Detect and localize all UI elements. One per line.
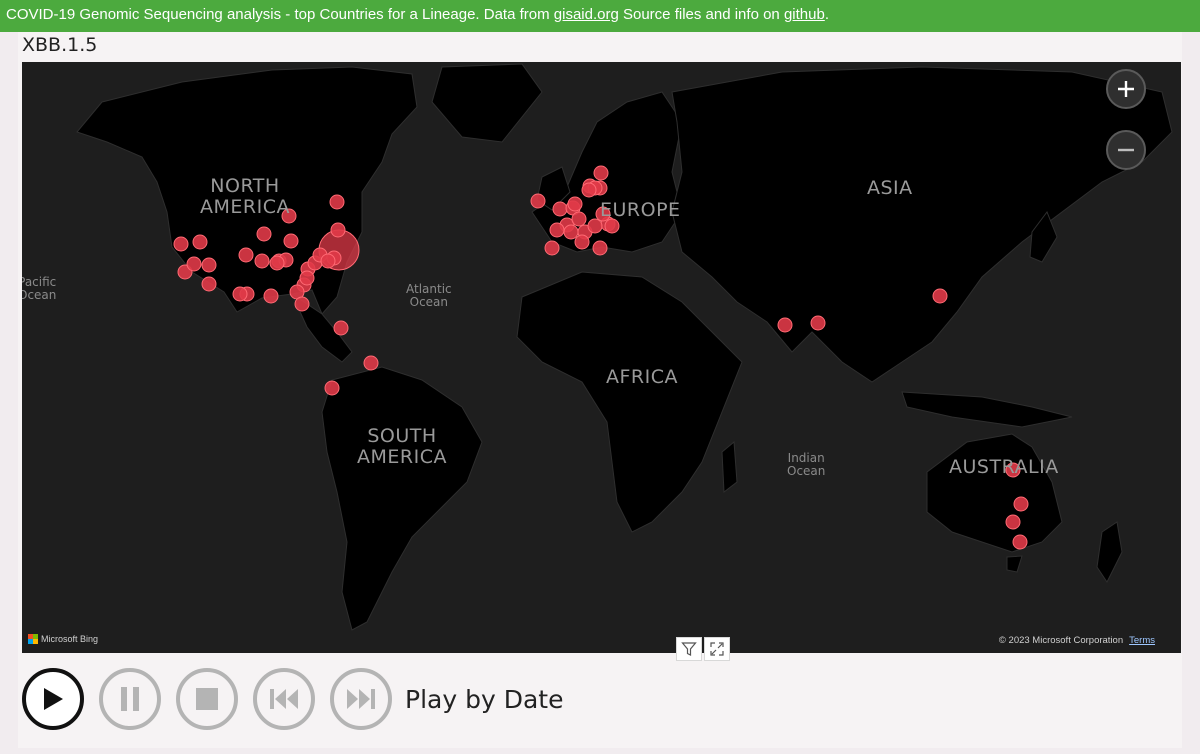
map-copyright: © 2023 Microsoft Corporation Terms	[999, 635, 1155, 646]
sequence-marker[interactable]	[593, 165, 609, 181]
sequence-marker[interactable]	[330, 222, 346, 238]
sequence-marker[interactable]	[604, 218, 620, 234]
lineage-title: XBB.1.5	[22, 34, 98, 56]
stop-button[interactable]	[176, 668, 238, 730]
plus-icon	[1118, 81, 1134, 97]
minus-icon	[1118, 148, 1134, 152]
sequence-marker[interactable]	[563, 224, 579, 240]
sequence-marker[interactable]	[574, 234, 590, 250]
sequence-marker[interactable]	[324, 380, 340, 396]
terms-link[interactable]: Terms	[1129, 635, 1155, 646]
sequence-marker[interactable]	[269, 255, 285, 271]
world-map[interactable]: NORTH AMERICA SOUTH AMERICA EUROPE ASIA AF…	[22, 62, 1181, 653]
label-south-america: SOUTH AMERICA	[357, 425, 447, 468]
sequence-marker[interactable]	[294, 296, 310, 312]
sequence-marker[interactable]	[201, 276, 217, 292]
focus-mode-button[interactable]	[704, 637, 730, 661]
sequence-marker[interactable]	[173, 236, 189, 252]
label-europe: EUROPE	[600, 199, 681, 221]
sequence-marker[interactable]	[329, 194, 345, 210]
banner-text-middle: Source files and info on	[618, 6, 784, 23]
label-indian-ocean: Indian Ocean	[787, 451, 826, 478]
sequence-marker[interactable]	[1012, 534, 1028, 550]
sequence-marker[interactable]	[581, 182, 597, 198]
sequence-marker[interactable]	[777, 317, 793, 333]
indonesia-landmass	[901, 391, 1073, 428]
sequence-marker[interactable]	[320, 253, 336, 269]
africa-landmass	[516, 271, 743, 533]
sequence-marker[interactable]	[256, 226, 272, 242]
sequence-marker[interactable]	[283, 233, 299, 249]
sequence-marker[interactable]	[571, 211, 587, 227]
label-atlantic-ocean: Atlantic Ocean	[406, 282, 452, 309]
sequence-marker[interactable]	[530, 193, 546, 209]
sequence-marker[interactable]	[587, 218, 603, 234]
skip-back-icon	[270, 689, 298, 709]
pause-icon	[121, 687, 139, 711]
sequence-marker[interactable]	[592, 240, 608, 256]
south-america-landmass	[321, 366, 483, 631]
zoom-in-button[interactable]	[1106, 69, 1146, 109]
filter-button[interactable]	[676, 637, 702, 661]
sequence-marker[interactable]	[1005, 514, 1021, 530]
banner-text-prefix: COVID-19 Genomic Sequencing analysis - t…	[6, 6, 554, 23]
map-land	[76, 63, 1173, 631]
sequence-marker[interactable]	[254, 253, 270, 269]
asia-landmass	[671, 66, 1173, 383]
sequence-marker[interactable]	[192, 234, 208, 250]
label-pacific-ocean: PacificOcean	[22, 275, 57, 302]
skip-forward-icon	[347, 689, 375, 709]
stop-icon	[196, 688, 218, 710]
label-north-america: NORTH AMERICA	[200, 175, 290, 218]
bing-label: Microsoft Bing	[41, 634, 99, 644]
copyright-text: © 2023 Microsoft Corporation	[998, 635, 1124, 646]
sequence-marker[interactable]	[333, 320, 349, 336]
label-australia: AUSTRALIA	[949, 456, 1059, 478]
pause-button[interactable]	[99, 668, 161, 730]
expand-icon	[710, 642, 724, 656]
previous-button[interactable]	[253, 668, 315, 730]
visual-header-tools	[676, 637, 730, 661]
github-link[interactable]: github	[784, 6, 825, 23]
microsoft-logo-icon	[28, 634, 38, 644]
sequence-marker[interactable]	[932, 288, 948, 304]
sequence-marker[interactable]	[186, 256, 202, 272]
play-icon	[44, 688, 63, 710]
greenland-landmass	[431, 63, 543, 143]
filter-icon	[681, 642, 697, 656]
sequence-marker[interactable]	[232, 286, 248, 302]
sequence-marker[interactable]	[810, 315, 826, 331]
sequence-marker[interactable]	[201, 257, 217, 273]
banner-text-suffix: .	[824, 6, 829, 23]
zoom-out-button[interactable]	[1106, 130, 1146, 170]
sequence-marker[interactable]	[238, 247, 254, 263]
next-button[interactable]	[330, 668, 392, 730]
label-asia: ASIA	[867, 177, 913, 199]
sequence-marker[interactable]	[549, 222, 565, 238]
sequence-marker[interactable]	[299, 270, 315, 286]
header-banner: COVID-19 Genomic Sequencing analysis - t…	[0, 0, 1200, 32]
tasmania-landmass	[1006, 555, 1023, 573]
sequence-marker[interactable]	[1013, 496, 1029, 512]
label-africa: AFRICA	[606, 366, 678, 388]
new-zealand-landmass	[1096, 521, 1123, 583]
sequence-marker[interactable]	[263, 288, 279, 304]
sequence-marker[interactable]	[544, 240, 560, 256]
bing-attribution: Microsoft Bing	[28, 634, 98, 644]
play-by-date-label: Play by Date	[405, 684, 564, 714]
gisaid-link[interactable]: gisaid.org	[554, 6, 619, 23]
play-axis-controls: Play by Date	[22, 666, 563, 732]
play-button[interactable]	[22, 668, 84, 730]
australia-landmass	[926, 433, 1063, 553]
sequence-marker[interactable]	[363, 355, 379, 371]
madagascar-landmass	[721, 440, 738, 493]
sequence-marker[interactable]	[567, 196, 583, 212]
sequence-marker[interactable]	[552, 201, 568, 217]
